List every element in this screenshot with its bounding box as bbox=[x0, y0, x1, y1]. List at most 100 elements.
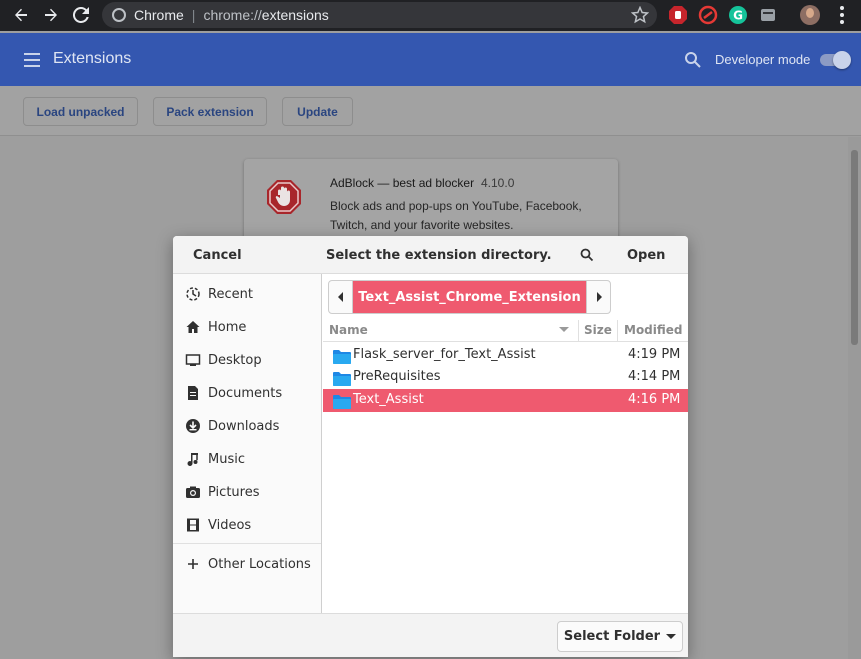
adblock-logo-icon bbox=[267, 180, 301, 214]
sidebar-divider bbox=[173, 543, 321, 544]
red-ext-icon[interactable] bbox=[698, 5, 718, 25]
plus-icon bbox=[185, 556, 201, 572]
menu-icon[interactable] bbox=[24, 53, 40, 67]
place-label: Pictures bbox=[208, 484, 260, 500]
omnibox-separator: | bbox=[191, 7, 196, 23]
bookmark-star-icon[interactable] bbox=[631, 6, 649, 24]
select-folder-button[interactable]: Select Folder bbox=[557, 621, 683, 652]
place-label: Other Locations bbox=[208, 556, 311, 572]
path-bar: Text_Assist_Chrome_Extension bbox=[328, 280, 611, 314]
recent-icon bbox=[185, 286, 201, 302]
place-pictures[interactable]: Pictures bbox=[185, 481, 259, 503]
extensions-toolbar: Load unpacked Pack extension Update bbox=[0, 86, 861, 136]
extensions-header: Extensions Developer mode bbox=[0, 33, 861, 86]
site-chip: Chrome bbox=[134, 7, 184, 23]
folder-icon bbox=[333, 395, 351, 409]
place-label: Desktop bbox=[208, 352, 262, 368]
search-icon[interactable] bbox=[580, 248, 594, 262]
place-videos[interactable]: Videos bbox=[185, 514, 251, 536]
forward-button[interactable] bbox=[36, 0, 66, 30]
developer-mode-label: Developer mode bbox=[715, 52, 811, 67]
file-name: Flask_server_for_Text_Assist bbox=[353, 347, 536, 362]
profile-avatar[interactable] bbox=[800, 5, 820, 25]
tab-ext-icon[interactable] bbox=[758, 5, 778, 25]
arrow-right-icon bbox=[45, 8, 57, 22]
place-recent[interactable]: Recent bbox=[185, 283, 253, 305]
column-size[interactable]: Size bbox=[584, 323, 612, 337]
place-label: Home bbox=[208, 319, 247, 335]
documents-icon bbox=[185, 385, 201, 401]
address-bar[interactable]: Chrome | chrome://extensions bbox=[102, 2, 657, 28]
file-list: Name Size Modified Flask_server_for_Text… bbox=[323, 320, 688, 613]
place-desktop[interactable]: Desktop bbox=[185, 349, 262, 371]
home-icon bbox=[185, 319, 201, 335]
extension-name: AdBlock — best ad blocker bbox=[330, 176, 475, 190]
place-label: Downloads bbox=[208, 418, 280, 434]
reload-icon bbox=[73, 7, 89, 23]
toggle-knob bbox=[833, 51, 851, 69]
desktop-icon bbox=[185, 352, 201, 368]
page-title: Extensions bbox=[53, 50, 132, 67]
file-chooser-dialog: Cancel Select the extension directory. O… bbox=[173, 236, 688, 657]
adblock-ext-icon[interactable] bbox=[668, 5, 688, 25]
file-list-header: Name Size Modified bbox=[323, 320, 688, 342]
column-modified[interactable]: Modified bbox=[624, 323, 683, 337]
place-label: Documents bbox=[208, 385, 283, 401]
chrome-site-icon bbox=[112, 8, 126, 22]
svg-text:G: G bbox=[733, 9, 743, 23]
open-button[interactable]: Open bbox=[627, 248, 665, 263]
videos-icon bbox=[185, 517, 201, 533]
places-sidebar: Recent Home Desktop Documents Downloads … bbox=[173, 274, 322, 613]
sort-arrow-icon bbox=[559, 327, 569, 332]
folder-icon bbox=[333, 372, 351, 386]
url-path: extensions bbox=[261, 7, 329, 23]
dialog-footer: Select Folder bbox=[173, 613, 688, 657]
place-music[interactable]: Music bbox=[185, 448, 245, 470]
place-other-locations[interactable]: Other Locations bbox=[185, 553, 311, 575]
reload-button[interactable] bbox=[66, 0, 96, 30]
chevron-left-icon bbox=[337, 292, 343, 302]
place-label: Recent bbox=[208, 286, 253, 302]
back-button[interactable] bbox=[6, 0, 36, 30]
music-icon bbox=[185, 451, 201, 467]
cancel-button[interactable]: Cancel bbox=[193, 248, 242, 263]
file-row[interactable]: PreRequisites 4:14 PM bbox=[323, 366, 688, 389]
column-divider bbox=[617, 320, 618, 342]
dialog-header: Cancel Select the extension directory. O… bbox=[173, 236, 688, 274]
chevron-down-icon bbox=[666, 634, 677, 639]
path-back-button[interactable] bbox=[329, 281, 353, 313]
extension-description: Block ads and pop-ups on YouTube, Facebo… bbox=[330, 199, 582, 232]
file-row-selected[interactable]: Text_Assist 4:16 PM bbox=[323, 389, 688, 412]
file-modified: 4:19 PM bbox=[628, 347, 681, 362]
load-unpacked-button[interactable]: Load unpacked bbox=[23, 97, 138, 126]
file-row[interactable]: Flask_server_for_Text_Assist 4:19 PM bbox=[323, 344, 688, 367]
place-documents[interactable]: Documents bbox=[185, 382, 282, 404]
place-home[interactable]: Home bbox=[185, 316, 246, 338]
place-label: Music bbox=[208, 451, 245, 467]
grammarly-ext-icon[interactable]: G bbox=[728, 5, 748, 25]
url-scheme: chrome:// bbox=[203, 7, 262, 23]
column-divider bbox=[578, 320, 579, 342]
extension-icons: G bbox=[668, 5, 778, 25]
browser-toolbar: Chrome | chrome://extensions G bbox=[0, 0, 861, 31]
file-name: PreRequisites bbox=[353, 369, 441, 384]
place-downloads[interactable]: Downloads bbox=[185, 415, 279, 437]
update-button[interactable]: Update bbox=[282, 97, 353, 126]
url-text[interactable]: chrome://extensions bbox=[203, 7, 328, 23]
arrow-left-icon bbox=[15, 8, 27, 22]
page-scrollbar-thumb[interactable] bbox=[851, 150, 858, 345]
column-name[interactable]: Name bbox=[329, 323, 368, 337]
extension-version: 4.10.0 bbox=[481, 176, 515, 190]
file-modified: 4:14 PM bbox=[628, 369, 681, 384]
browser-menu-icon[interactable] bbox=[832, 4, 852, 26]
dialog-title: Select the extension directory. bbox=[326, 248, 552, 263]
folder-icon bbox=[333, 350, 351, 364]
developer-mode-toggle[interactable] bbox=[820, 51, 851, 69]
pack-extension-button[interactable]: Pack extension bbox=[153, 97, 267, 126]
file-modified: 4:16 PM bbox=[628, 392, 681, 407]
path-forward-button[interactable] bbox=[586, 281, 610, 313]
path-current-folder[interactable]: Text_Assist_Chrome_Extension bbox=[353, 281, 586, 313]
search-icon[interactable] bbox=[684, 51, 702, 69]
place-label: Videos bbox=[208, 517, 252, 533]
pictures-icon bbox=[185, 484, 201, 500]
